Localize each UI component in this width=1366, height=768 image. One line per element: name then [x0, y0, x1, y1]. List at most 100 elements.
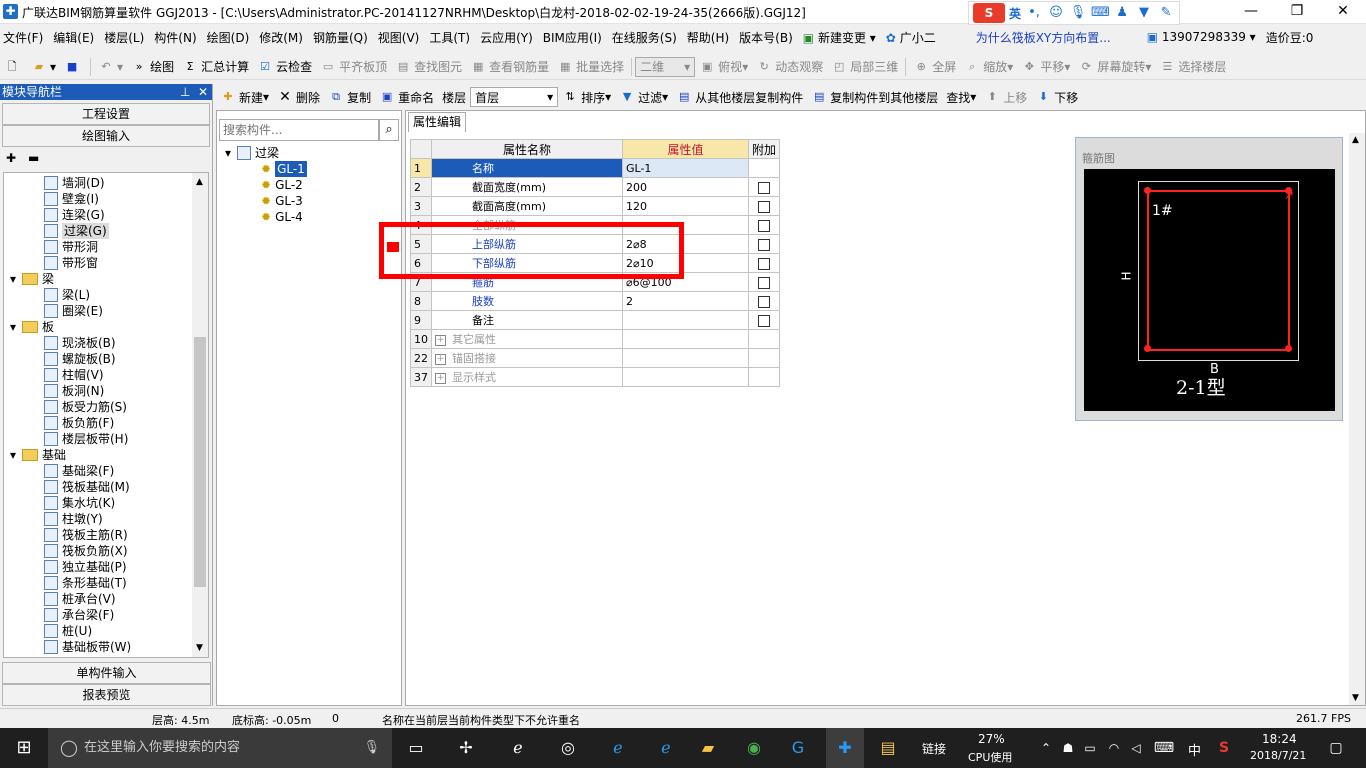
collapse-icon[interactable]: ▾	[10, 319, 16, 335]
tree-group[interactable]: ▾ 基础	[10, 447, 66, 463]
move-down-button[interactable]: ⬇ 下移	[1031, 86, 1082, 108]
tree-item[interactable]: 柱墩(Y)	[44, 511, 103, 527]
component-root[interactable]: ▾ 过梁	[225, 145, 279, 161]
scroll-down-icon[interactable]: ▼	[196, 643, 203, 653]
property-value[interactable]	[622, 310, 749, 330]
move-up-button[interactable]: ⬆ 上移	[980, 86, 1031, 108]
action-center-icon[interactable]: ▢	[1322, 734, 1350, 762]
menu-view[interactable]: 视图(V)	[375, 29, 423, 46]
property-name[interactable]: + 锚固搭接	[431, 348, 623, 368]
property-value[interactable]: 200	[622, 177, 749, 197]
tree-item[interactable]: 楼层板带(H)	[44, 431, 128, 447]
menu-cloud[interactable]: 云应用(Y)	[477, 29, 536, 46]
draw-button[interactable]: » 绘图	[127, 56, 178, 78]
menu-version[interactable]: 版本号(B)	[736, 29, 796, 46]
tree-item[interactable]: 条形基础(T)	[44, 575, 127, 591]
wrench-icon[interactable]: ✎	[1157, 4, 1175, 22]
zoom-button[interactable]: ⌕ 缩放 ▾	[960, 56, 1017, 78]
account-menu[interactable]: ▣ 13907298339 ▾	[1144, 30, 1259, 44]
local-3d-button[interactable]: ◰ 局部三维	[827, 56, 902, 78]
tree-item[interactable]: 墙洞(D)	[44, 175, 105, 191]
top-view-button[interactable]: ▣ 俯视 ▾	[695, 56, 752, 78]
expand-icon[interactable]: +	[435, 372, 446, 384]
tree-item[interactable]: 柱帽(V)	[44, 367, 104, 383]
property-row[interactable]: 10 + 其它属性	[410, 329, 781, 349]
property-row[interactable]: 3 截面高度(mm) 120	[410, 196, 781, 216]
property-row[interactable]: 9 备注	[410, 310, 781, 330]
tree-item[interactable]: 板受力筋(S)	[44, 399, 127, 415]
cloud-check-button[interactable]: ☑ 云检查	[253, 56, 316, 78]
tree-item[interactable]: 筏板主筋(R)	[44, 527, 128, 543]
sort-button[interactable]: ⇅ 排序 ▾	[558, 86, 615, 108]
maximize-button[interactable]: ❐	[1274, 0, 1320, 24]
property-name[interactable]: 名称	[431, 158, 623, 178]
menu-assistant[interactable]: ✿ 广小二	[883, 29, 939, 46]
extra-checkbox[interactable]	[758, 276, 770, 289]
flat-board-button[interactable]: ▭ 平齐板顶	[316, 56, 391, 78]
g-app-icon[interactable]: G	[784, 734, 812, 762]
extra-checkbox[interactable]	[758, 219, 770, 232]
ie-alt-icon[interactable]: ℯ	[652, 734, 680, 762]
scroll-up-icon[interactable]: ▲	[1352, 135, 1359, 145]
menu-rebar[interactable]: 钢筋量(Q)	[310, 29, 371, 46]
copy-from-floor-button[interactable]: ▤ 从其他楼层复制构件	[672, 86, 807, 108]
extra-checkbox[interactable]	[758, 257, 770, 270]
view-mode-select[interactable]: 二维 ▾	[635, 56, 696, 77]
select-floor-button[interactable]: ☰ 选择楼层	[1155, 56, 1230, 78]
single-component-button[interactable]: 单构件输入	[2, 662, 211, 684]
component-search-input[interactable]	[220, 120, 376, 140]
tree-item[interactable]: 螺旋板(B)	[44, 351, 116, 367]
project-settings-button[interactable]: 工程设置	[2, 103, 210, 125]
language-indicator[interactable]: 中	[1188, 740, 1201, 759]
notes-app-icon[interactable]: ▤	[874, 734, 902, 762]
ie-icon[interactable]: ℯ	[504, 734, 532, 762]
tree-item[interactable]: 集水坑(K)	[44, 495, 115, 511]
expand-icon[interactable]: +	[435, 334, 446, 346]
extra-checkbox[interactable]	[758, 314, 770, 327]
property-name[interactable]: 截面宽度(mm)	[431, 177, 623, 197]
dynamic-view-button[interactable]: ↻ 动态观察	[752, 56, 827, 78]
tree-group[interactable]: ▾ 梁	[10, 271, 54, 287]
close-button[interactable]: ✕	[1320, 0, 1366, 24]
menu-file[interactable]: 文件(F)	[0, 29, 46, 46]
menu-help[interactable]: 帮助(H)	[684, 29, 732, 46]
report-preview-button[interactable]: 报表预览	[2, 684, 211, 706]
rename-button[interactable]: ▣ 重命名	[375, 86, 438, 108]
sogou-tray-icon[interactable]: S	[1210, 734, 1238, 762]
collapse-all-icon[interactable]: ▬	[28, 151, 39, 165]
menu-bim[interactable]: BIM应用(I)	[540, 29, 605, 46]
tree-item[interactable]: 梁(L)	[44, 287, 90, 303]
undo-button[interactable]: ↶ ▾	[94, 56, 127, 78]
menu-edit[interactable]: 编辑(E)	[50, 29, 97, 46]
delete-button[interactable]: ✕ 删除	[273, 86, 324, 108]
tree-item[interactable]: 过梁(G)	[44, 223, 109, 239]
property-name[interactable]: + 其它属性	[431, 329, 623, 349]
tree-item[interactable]: 基础梁(F)	[44, 463, 114, 479]
tree-item[interactable]: 筏板负筋(X)	[44, 543, 128, 559]
pin-icon[interactable]: ⊥	[180, 84, 190, 100]
pan-button[interactable]: ✥ 平移 ▾	[1017, 56, 1074, 78]
property-row[interactable]: 37 + 显示样式	[410, 367, 781, 387]
property-value[interactable]: GL-1	[622, 158, 749, 178]
extra-checkbox[interactable]	[758, 238, 770, 251]
tree-group[interactable]: ▾ 板	[10, 319, 54, 335]
collapse-icon[interactable]: ▾	[10, 447, 16, 463]
expand-icon[interactable]: +	[435, 353, 446, 365]
save-button[interactable]: ■	[60, 56, 87, 78]
menu-new-change[interactable]: ▣ 新建变更 ▾	[800, 29, 879, 46]
property-row[interactable]: 1 名称 GL-1	[410, 158, 781, 178]
property-name[interactable]: + 显示样式	[431, 367, 623, 387]
property-row[interactable]: 22 + 锚固搭接	[410, 348, 781, 368]
tree-item[interactable]: 独立基础(P)	[44, 559, 127, 575]
minimize-button[interactable]: —	[1228, 0, 1274, 24]
keyboard-icon[interactable]: ⌨	[1150, 734, 1178, 762]
property-value[interactable]: 120	[622, 196, 749, 216]
tree-item[interactable]: 基础板带(W)	[44, 639, 131, 655]
windows-start-icon[interactable]: ⊞	[10, 734, 38, 762]
sogou-icon[interactable]: S	[973, 3, 1005, 23]
user-icon[interactable]: ♟	[1113, 4, 1131, 22]
component-item[interactable]: ✹ GL-4	[261, 209, 303, 225]
open-file-button[interactable]: ▰ ▾	[27, 56, 60, 78]
property-value[interactable]	[622, 348, 749, 368]
property-name[interactable]: 截面高度(mm)	[431, 196, 623, 216]
